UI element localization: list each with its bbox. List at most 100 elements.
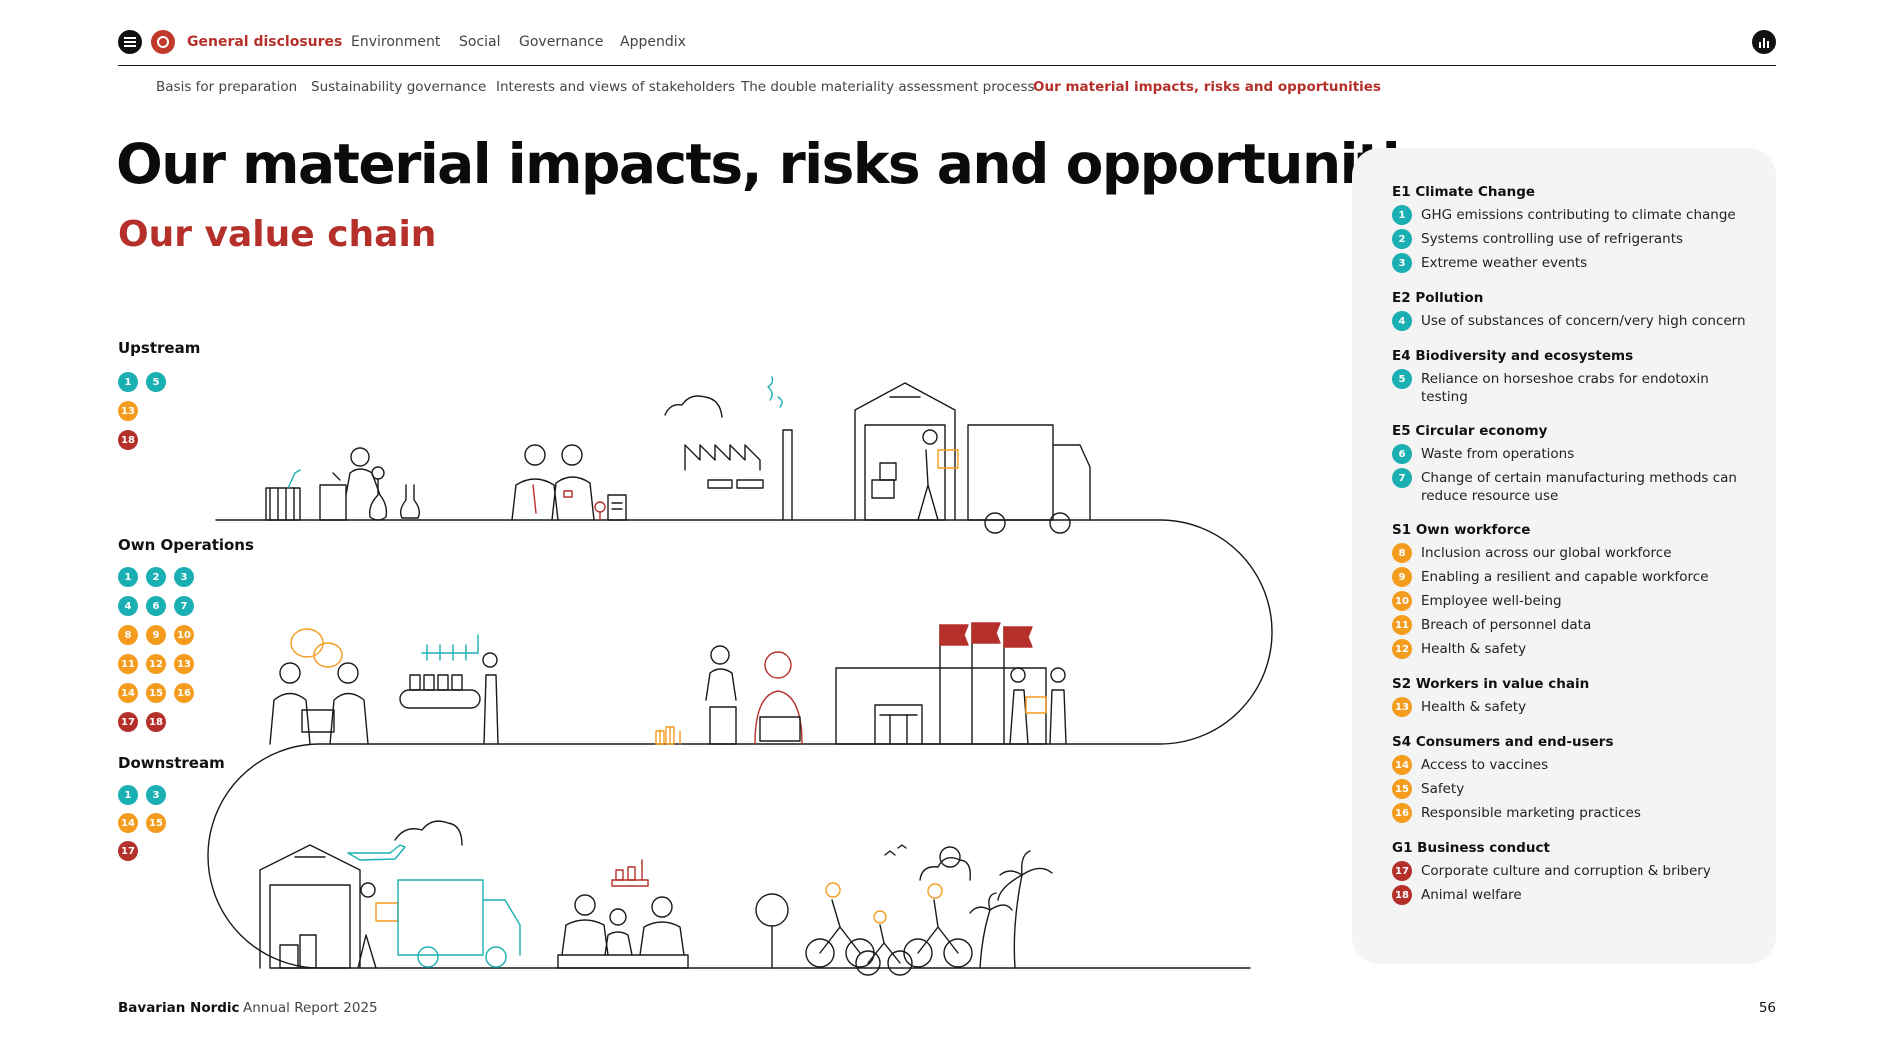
consumers-family-icon [557,859,689,969]
list-item: 4 Use of substances of concern/very high … [1392,311,1756,331]
topic-text: Access to vaccines [1421,757,1549,773]
badge-row: 1 2 3 [118,567,194,587]
page-number: 56 [1758,1000,1776,1016]
topic-badge: 15 [1392,779,1412,799]
topic-badge: 1 [118,785,138,805]
tab-appendix[interactable]: Appendix [620,34,686,50]
subnav-sustainability-governance[interactable]: Sustainability governance [311,79,486,95]
list-item: 15 Safety [1392,779,1756,799]
topic-badge: 1 [118,372,138,392]
topic-text: Health & safety [1421,699,1527,715]
topic-badge: 10 [174,625,194,645]
list-item: 9 Enabling a resilient and capable workfo… [1392,567,1756,587]
category-s1: S1 Own workforce 8 Inclusion across our g… [1392,522,1756,659]
hamburger-menu-icon[interactable] [118,30,142,54]
top-navigation: General disclosures Environment Social G… [118,26,1776,66]
category-e4: E4 Biodiversity and ecosystems 5 Reliance… [1392,348,1756,406]
list-item: 13 Health & safety [1392,697,1756,717]
badge-row: 8 9 10 [118,625,194,645]
topic-text: Responsible marketing practices [1421,805,1641,821]
topic-badge: 3 [174,567,194,587]
topic-badge: 12 [1392,639,1412,659]
badge-row: 17 [118,841,138,861]
topic-text: Extreme weather events [1421,255,1588,271]
badge-row: 13 [118,401,138,421]
topics-panel: E1 Climate Change 1 GHG emissions contrib… [1352,148,1776,964]
category-e5: E5 Circular economy 6 Waste from operatio… [1392,423,1756,505]
topic-badge: 16 [1392,803,1412,823]
cyclists-park-icon [755,844,1053,976]
topic-badge: 15 [146,683,166,703]
badge-row: 17 18 [118,712,166,732]
topic-text: Enabling a resilient and capable workfor… [1421,569,1709,585]
value-chain-illustration [207,376,1273,976]
topic-badge: 15 [146,813,166,833]
tab-general-disclosures[interactable]: General disclosures [187,34,342,50]
topic-text: Use of substances of concern/very high c… [1421,313,1746,329]
topic-text: Safety [1421,781,1465,797]
stage-label-upstream: Upstream [118,339,201,357]
topic-badge: 2 [1392,229,1412,249]
topic-text: Waste from operations [1421,446,1575,462]
list-item: 2 Systems controlling use of refrigerants [1392,229,1756,249]
page-title: Our material impacts, risks and opportun… [116,132,1468,196]
list-item: 16 Responsible marketing practices [1392,803,1756,823]
subnav-interests-views-stakeholders[interactable]: Interests and views of stakeholders [496,79,735,95]
topic-badge: 8 [118,625,138,645]
list-item: 1 GHG emissions contributing to climate c… [1392,205,1756,225]
badge-row: 11 12 13 [118,654,194,674]
category-title: E5 Circular economy [1392,423,1548,439]
topic-badge: 5 [1392,369,1412,389]
topic-badge: 6 [1392,444,1412,464]
topic-badge: 1 [1392,205,1412,225]
category-e2: E2 Pollution 4 Use of substances of conce… [1392,290,1756,331]
list-item: 14 Access to vaccines [1392,755,1756,775]
tab-governance[interactable]: Governance [519,34,603,50]
topic-badge: 7 [1392,468,1412,488]
subnav-double-materiality[interactable]: The double materiality assessment proces… [741,79,1035,95]
category-title: S2 Workers in value chain [1392,676,1590,692]
badge-row: 14 15 16 [118,683,194,703]
topic-badge: 12 [146,654,166,674]
topic-badge: 3 [146,785,166,805]
topic-badge: 18 [146,712,166,732]
subnav-basis-for-preparation[interactable]: Basis for preparation [156,79,297,95]
topic-text: Health & safety [1421,641,1527,657]
colleagues-discussion-icon [269,628,369,745]
subnav-material-impacts[interactable]: Our material impacts, risks and opportun… [1033,79,1381,95]
list-item: 17 Corporate culture and corruption & bri… [1392,861,1756,881]
topic-badge: 6 [146,596,166,616]
topic-badge: 2 [146,567,166,587]
badge-row: 1 3 [118,785,166,805]
list-item: 10 Employee well-being [1392,591,1756,611]
footer-brand: Bavarian Nordic [118,1000,240,1016]
footer-report-title: Annual Report 2025 [243,1000,378,1016]
topic-badge: 1 [118,567,138,587]
list-item: 12 Health & safety [1392,639,1756,659]
topic-badge: 3 [1392,253,1412,273]
brand-logo-icon [151,30,175,54]
category-title: E2 Pollution [1392,290,1484,306]
badge-row: 1 5 [118,372,166,392]
topic-text: Inclusion across our global workforce [1421,545,1672,561]
tab-social[interactable]: Social [459,34,501,50]
topic-text: Animal welfare [1421,887,1522,903]
bar-chart-icon[interactable] [1752,30,1776,54]
badge-row: 4 6 7 [118,596,194,616]
topic-badge: 10 [1392,591,1412,611]
list-item: 6 Waste from operations [1392,444,1756,464]
category-title: S4 Consumers and end-users [1392,734,1614,750]
list-item: 18 Animal welfare [1392,885,1756,905]
topic-badge: 4 [118,596,138,616]
topic-badge: 7 [174,596,194,616]
list-item: 11 Breach of personnel data [1392,615,1756,635]
topic-badge: 13 [118,401,138,421]
headquarters-flags-icon [835,622,1067,745]
topic-badge: 4 [1392,311,1412,331]
topic-badge: 5 [146,372,166,392]
tab-environment[interactable]: Environment [351,34,440,50]
topic-text: Change of certain manufacturing methods … [1421,470,1737,504]
badge-row: 14 15 [118,813,166,833]
page-subtitle: Our value chain [118,214,437,255]
factory-icon [664,376,793,521]
